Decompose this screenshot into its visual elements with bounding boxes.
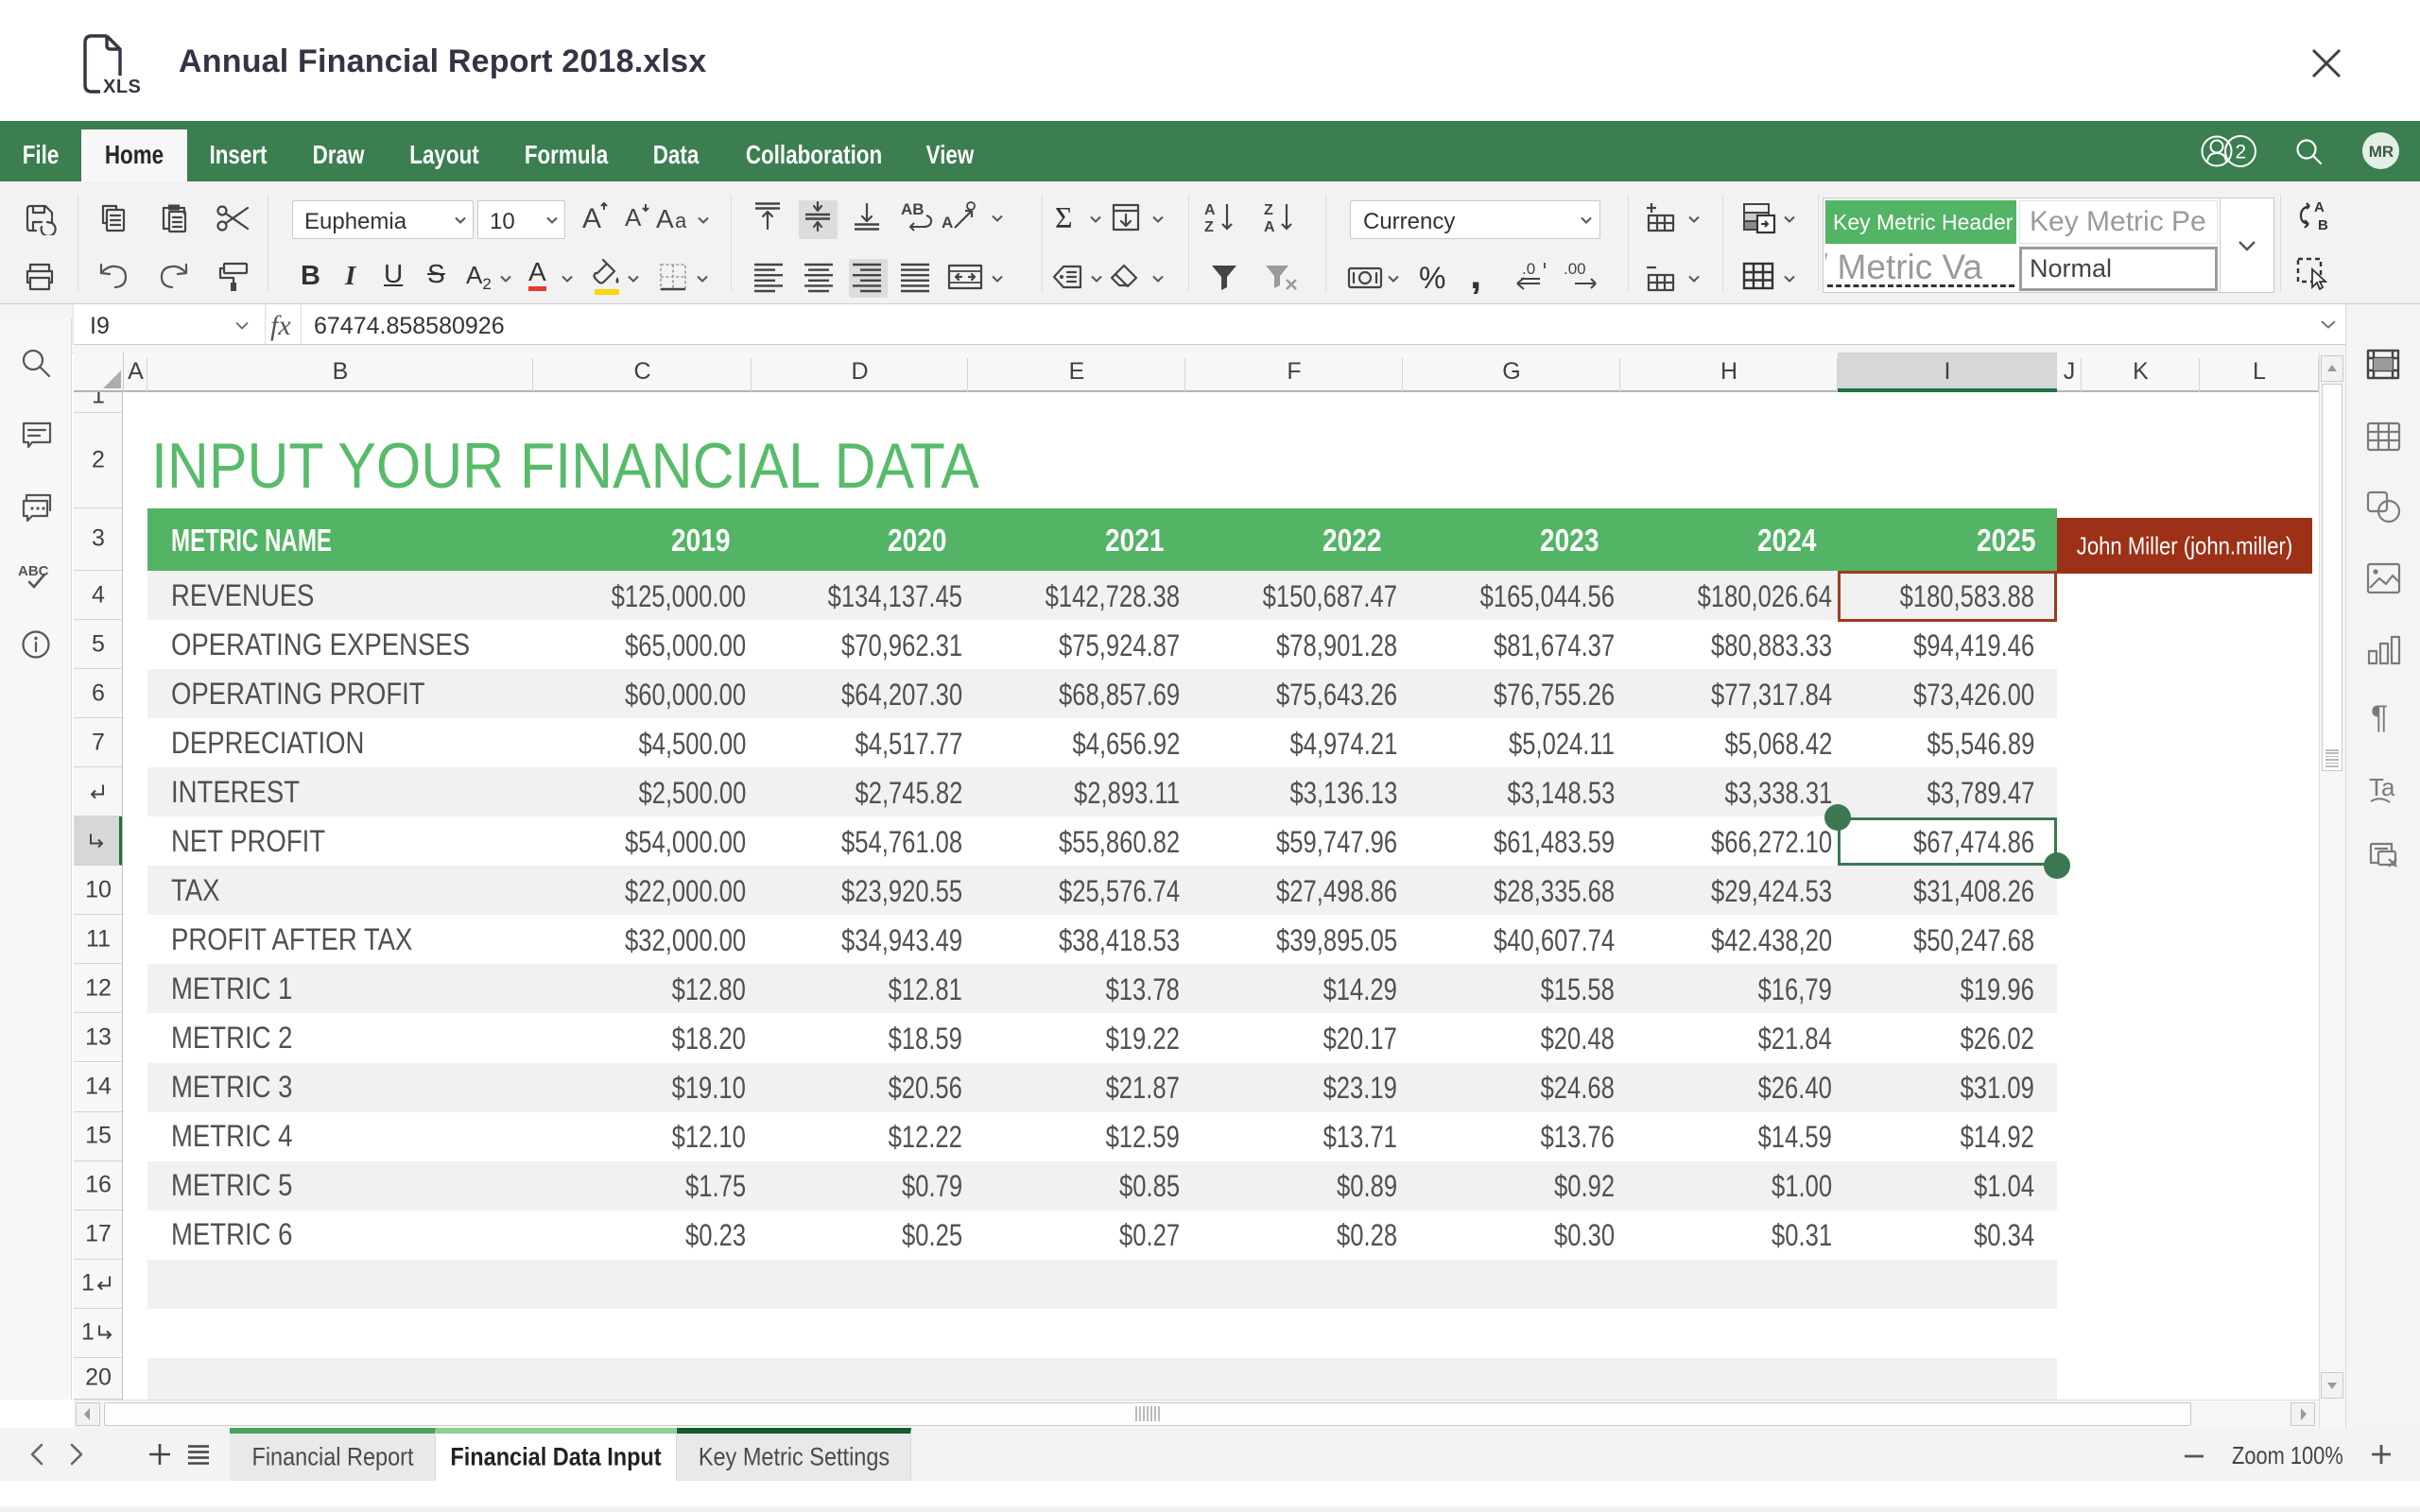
svg-text:2: 2 [2236, 142, 2247, 163]
svg-text:.00: .00 [1564, 261, 1586, 278]
svg-text:A: A [625, 203, 642, 232]
svg-text:A: A [582, 203, 601, 234]
svg-text:,: , [1470, 266, 1481, 294]
svg-text:A: A [656, 204, 674, 233]
svg-text:A: A [942, 214, 953, 232]
svg-text:Z: Z [1204, 219, 1214, 234]
svg-text:Z: Z [1264, 202, 1273, 218]
svg-text:A: A [2314, 199, 2325, 215]
svg-text:AB: AB [901, 200, 925, 218]
svg-text:ABC: ABC [18, 563, 49, 579]
svg-text:¶: ¶ [2371, 701, 2388, 733]
svg-text:a: a [675, 209, 687, 232]
svg-text:.0: .0 [1522, 261, 1535, 278]
svg-text:%: % [1419, 261, 1445, 293]
svg-text:B: B [2318, 217, 2328, 233]
svg-text:XLS: XLS [103, 77, 141, 96]
svg-text:A: A [1204, 202, 1216, 218]
svg-text:A: A [1264, 219, 1275, 234]
svg-text:Ta: Ta [2369, 773, 2395, 801]
svg-text:Σ: Σ [1055, 201, 1073, 233]
